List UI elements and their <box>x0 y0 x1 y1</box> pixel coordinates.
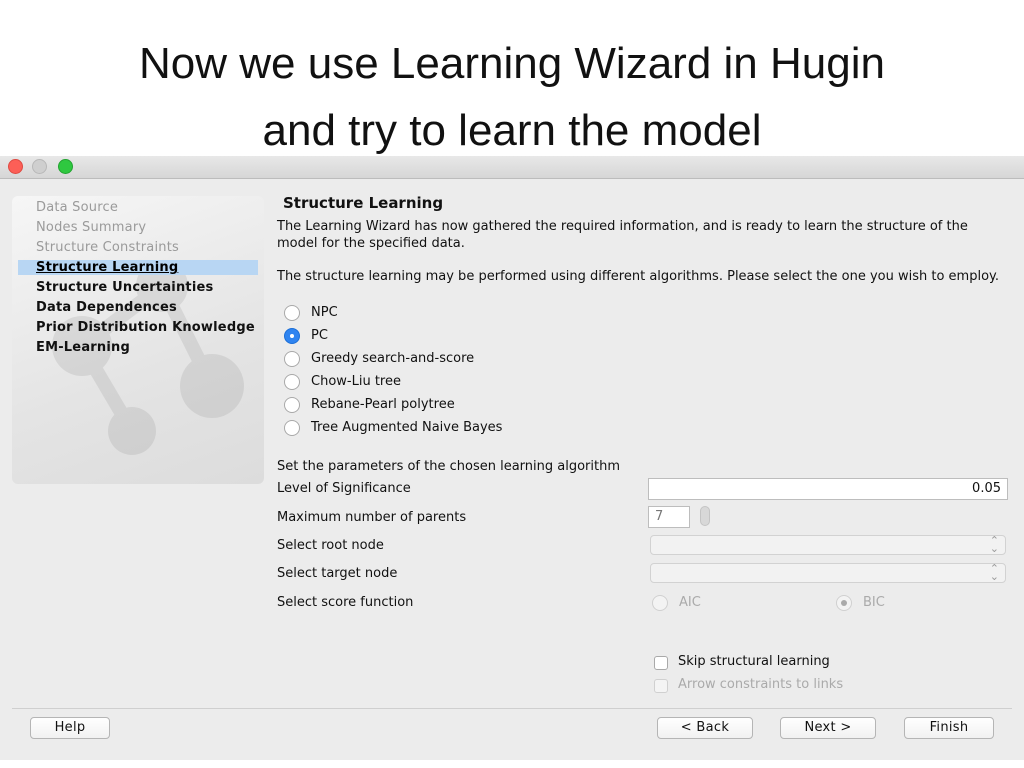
radio-button-selected[interactable] <box>284 328 300 344</box>
significance-label: Level of Significance <box>277 481 411 496</box>
intro-text: The Learning Wizard has now gathered the… <box>277 219 968 251</box>
max-parents-label: Maximum number of parents <box>277 510 467 525</box>
algorithm-prompt: The structure learning may be performed … <box>277 269 1000 284</box>
finish-button[interactable]: Finish <box>904 717 994 739</box>
parameters-heading: Set the parameters of the chosen learnin… <box>277 459 621 474</box>
radio-button-disabled[interactable] <box>652 595 668 611</box>
score-function-label: Select score function <box>277 595 414 610</box>
window-titlebar <box>0 156 1024 179</box>
learning-wizard-window: Data Source Nodes Summary Structure Cons… <box>0 156 1024 760</box>
max-parents-stepper[interactable] <box>700 506 710 526</box>
max-parents-input[interactable]: 7 <box>648 506 690 528</box>
help-button[interactable]: Help <box>30 717 110 739</box>
zoom-window-icon[interactable] <box>58 159 73 174</box>
slide-title: Now we use Learning Wizard in Hugin and … <box>0 30 1024 164</box>
radio-label: Rebane-Pearl polytree <box>311 397 455 412</box>
minimize-window-icon[interactable] <box>32 159 47 174</box>
slide-title-line-2: and try to learn the model <box>262 106 762 155</box>
target-node-label: Select target node <box>277 566 398 581</box>
radio-label: Chow-Liu tree <box>311 374 401 389</box>
footer-divider <box>12 708 1012 709</box>
arrow-constraints-label: Arrow constraints to links <box>678 677 844 692</box>
radio-button[interactable] <box>284 351 300 367</box>
radio-button[interactable] <box>284 374 300 390</box>
radio-label: Greedy search-and-score <box>311 351 475 366</box>
root-node-label: Select root node <box>277 538 384 553</box>
root-node-select[interactable]: ⌃ ⌄ <box>650 535 1006 555</box>
arrow-constraints-checkbox[interactable] <box>654 679 668 693</box>
target-node-select[interactable]: ⌃ ⌄ <box>650 563 1006 583</box>
significance-input[interactable]: 0.05 <box>648 478 1008 500</box>
updown-arrows-icon: ⌃ ⌄ <box>989 534 999 555</box>
next-button[interactable]: Next > <box>780 717 876 739</box>
radio-label: PC <box>311 328 328 343</box>
radio-label: Tree Augmented Naive Bayes <box>311 420 503 435</box>
close-window-icon[interactable] <box>8 159 23 174</box>
back-button[interactable]: < Back <box>657 717 753 739</box>
sidebar-item-nodes-summary[interactable]: Nodes Summary <box>36 220 146 235</box>
sidebar-item-structure-learning[interactable]: Structure Learning <box>18 260 258 275</box>
radio-label: BIC <box>863 595 885 610</box>
updown-arrows-icon: ⌃ ⌄ <box>989 562 999 583</box>
sidebar-item-structure-constraints[interactable]: Structure Constraints <box>36 240 179 255</box>
radio-label: NPC <box>311 305 338 320</box>
slide-title-line-1: Now we use Learning Wizard in Hugin <box>139 39 885 88</box>
sidebar-item-data-dependences[interactable]: Data Dependences <box>36 300 177 315</box>
radio-button-disabled-selected[interactable] <box>836 595 852 611</box>
sidebar-item-em-learning[interactable]: EM-Learning <box>36 340 130 355</box>
sidebar-item-structure-uncertainties[interactable]: Structure Uncertainties <box>36 280 213 295</box>
skip-structural-learning-checkbox[interactable] <box>654 656 668 670</box>
sidebar-item-prior-distribution-knowledge[interactable]: Prior Distribution Knowledge <box>36 320 255 335</box>
skip-structural-learning-label: Skip structural learning <box>678 654 830 669</box>
wizard-steps-sidebar: Data Source Nodes Summary Structure Cons… <box>12 196 264 484</box>
radio-button[interactable] <box>284 305 300 321</box>
radio-button[interactable] <box>284 420 300 436</box>
step-heading: Structure Learning <box>283 194 444 212</box>
sidebar-item-data-source[interactable]: Data Source <box>36 200 118 215</box>
radio-button[interactable] <box>284 397 300 413</box>
radio-label: AIC <box>679 595 701 610</box>
